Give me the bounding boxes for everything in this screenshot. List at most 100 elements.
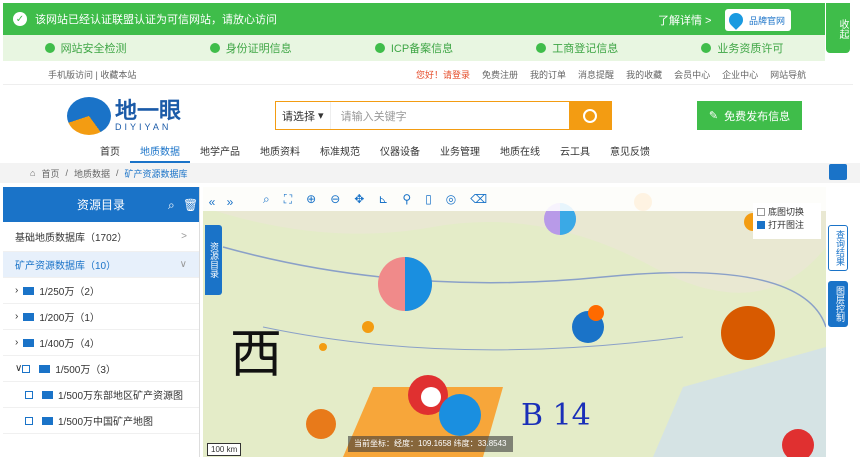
site-nav-link[interactable]: 网站导航 xyxy=(770,68,806,81)
resource-sidebar: 资源目录 ⌕ 🗑 基础地质数据库（1702） > 矿产资源数据库（10） ∨ › 1/… xyxy=(3,187,200,457)
nav-standards[interactable]: 标准规范 xyxy=(310,143,370,163)
nav-business[interactable]: 业务管理 xyxy=(430,143,490,163)
bookmark-icon[interactable]: ▯ xyxy=(425,192,432,206)
folder-icon xyxy=(39,364,51,373)
basemap-toggle[interactable]: 底图切换 xyxy=(757,205,817,218)
crumb-current: 矿产资源数据库 xyxy=(124,168,188,179)
search-category-select[interactable]: 请选择 ▾ xyxy=(276,102,331,129)
map-view[interactable]: 西 B 14 ⌕ ⛶ ⊕ ⊖ ✥ ⊾ ⚲ ▯ ◎ ⌫ xyxy=(203,187,826,457)
site-logo[interactable]: 地一眼 DIYIYAN xyxy=(67,97,181,135)
map-canvas: 西 B 14 xyxy=(203,193,826,457)
trust-text: 该网站已经认证联盟认证为可信网站，请放心访问 xyxy=(35,14,277,26)
nav-feedback[interactable]: 意见反馈 xyxy=(600,143,660,163)
checkbox[interactable] xyxy=(25,390,33,399)
right-panel-tabs: 查询结果 图层控制 xyxy=(828,225,848,337)
tree-leaf[interactable]: 1/500万东部地区矿产资源图 xyxy=(3,382,199,408)
enterprise-center-link[interactable]: 企业中心 xyxy=(722,68,758,81)
tree-leaf[interactable]: 1/500万中国矿产地图 xyxy=(3,408,199,434)
search-icon xyxy=(583,108,597,123)
top-utility-bar: 手机版访问 | 收藏本站 您好！请登录 免费注册 我的订单 消息提醒 我的收藏 … xyxy=(3,61,853,85)
main-nav: 首页 地质数据 地学产品 地质资料 标准规范 仪器设备 业务管理 地质在线 云工… xyxy=(90,143,660,163)
nav-geo-data[interactable]: 地质数据 xyxy=(130,143,190,163)
checkbox[interactable] xyxy=(25,416,33,425)
checkbox[interactable] xyxy=(757,208,765,216)
expand-right-icon[interactable]: » xyxy=(227,195,234,215)
register-link[interactable]: 免费注册 xyxy=(482,68,518,81)
search-box: 请选择 ▾ 请输入关键字 xyxy=(275,101,612,130)
file-icon xyxy=(42,390,53,399)
fullscreen-icon[interactable]: ⛶ xyxy=(284,192,292,207)
messages-link[interactable]: 消息提醒 xyxy=(578,68,614,81)
zoom-in-icon[interactable]: ⊕ xyxy=(306,192,316,206)
share-icon[interactable] xyxy=(829,164,847,180)
edit-icon: ✎ xyxy=(708,110,719,122)
logo-icon xyxy=(67,97,111,135)
check-icon xyxy=(701,43,712,53)
eraser-icon[interactable]: ⌫ xyxy=(470,192,487,206)
query-results-tab[interactable]: 查询结果 xyxy=(828,225,848,271)
checkbox[interactable] xyxy=(22,364,31,373)
search-button[interactable] xyxy=(569,102,611,129)
legend-toggle[interactable]: 打开图注 xyxy=(757,218,817,231)
pin-icon[interactable]: ⚲ xyxy=(402,192,411,206)
check-item: 业务资质许可 xyxy=(701,40,783,56)
orders-link[interactable]: 我的订单 xyxy=(530,68,566,81)
favorites-link[interactable]: 我的收藏 xyxy=(626,68,662,81)
tree-item-selected[interactable]: 矿产资源数据库（10） ∨ xyxy=(3,252,199,278)
nav-instruments[interactable]: 仪器设备 xyxy=(370,143,430,163)
breadcrumb: ⌂ 首页 / 地质数据 / 矿产资源数据库 xyxy=(0,163,860,183)
map-toolbar: ⌕ ⛶ ⊕ ⊖ ✥ ⊾ ⚲ ▯ ◎ ⌫ xyxy=(203,187,826,211)
resource-dir-tab[interactable]: 资源目录 xyxy=(205,225,222,295)
folder-icon xyxy=(23,286,35,295)
tree-item[interactable]: › 1/200万（1） xyxy=(3,304,199,330)
logo-name: 地一眼 xyxy=(115,98,182,123)
post-info-button[interactable]: ✎ 免费发布信息 xyxy=(697,101,802,130)
tree-item[interactable]: › 1/250万（2） xyxy=(3,278,199,304)
badge-label: 品牌官网 xyxy=(749,15,786,26)
search-input[interactable]: 请输入关键字 xyxy=(331,108,569,124)
verification-bar: 网站安全检测 身份证明信息 ICP备案信息 工商登记信息 业务资质许可 xyxy=(3,35,825,61)
checkbox-checked[interactable] xyxy=(757,221,765,229)
nav-online[interactable]: 地质在线 xyxy=(490,143,550,163)
trust-more-link[interactable]: 了解详情 > xyxy=(658,12,711,28)
coordinate-readout: 当前坐标：经度：109.1658 纬度：33.8543 xyxy=(348,436,513,452)
drop-icon xyxy=(726,10,746,30)
nav-products[interactable]: 地学产品 xyxy=(190,143,250,163)
tree-item[interactable]: › 1/400万（4） xyxy=(3,330,199,356)
measure-icon[interactable]: ⊾ xyxy=(378,192,388,206)
check-item: 工商登记信息 xyxy=(536,40,618,56)
login-link[interactable]: 您好！请登录 xyxy=(416,68,470,81)
home-icon: ⌂ xyxy=(30,168,36,178)
check-item: 身份证明信息 xyxy=(209,40,292,56)
check-icon xyxy=(536,43,547,53)
trust-banner: ✓ 该网站已经认证联盟认证为可信网站，请放心访问 了解详情 > 品牌官网 xyxy=(3,3,825,35)
trash-icon[interactable]: 🗑 xyxy=(183,198,198,212)
zoom-out-icon[interactable]: ⊖ xyxy=(330,192,340,206)
map-label-grid: B 14 xyxy=(521,398,591,433)
sidebar-title: 资源目录 xyxy=(76,198,125,212)
brand-badge[interactable]: 品牌官网 xyxy=(725,9,791,31)
nav-materials[interactable]: 地质资料 xyxy=(250,143,310,163)
check-item: ICP备案信息 xyxy=(374,40,453,56)
collapse-left-icon[interactable]: « xyxy=(209,195,216,215)
tree-item[interactable]: ∨ 1/500万（3） xyxy=(3,356,199,382)
collapse-banner-button[interactable]: 收起 xyxy=(826,3,850,53)
search-icon[interactable]: ⌕ xyxy=(168,198,180,212)
crumb-geo-data[interactable]: 地质数据 xyxy=(74,167,110,180)
locate-icon[interactable]: ◎ xyxy=(446,192,456,206)
tree-item[interactable]: 基础地质数据库（1702） > xyxy=(3,222,199,252)
nav-home[interactable]: 首页 xyxy=(90,143,130,163)
mobile-link[interactable]: 手机版访问 | 收藏本站 xyxy=(48,68,136,81)
folder-icon xyxy=(23,338,35,347)
file-icon xyxy=(42,416,53,425)
crumb-home[interactable]: 首页 xyxy=(41,167,59,180)
member-center-link[interactable]: 会员中心 xyxy=(674,68,710,81)
check-icon xyxy=(209,43,220,53)
map-options: 底图切换 打开图注 xyxy=(753,203,821,239)
search-icon[interactable]: ⌕ xyxy=(263,192,270,207)
layer-control-tab[interactable]: 图层控制 xyxy=(828,281,848,327)
nav-cloud-tools[interactable]: 云工具 xyxy=(550,143,600,163)
sidebar-header: 资源目录 ⌕ 🗑 xyxy=(3,187,199,222)
pan-icon[interactable]: ✥ xyxy=(354,192,364,206)
check-icon xyxy=(44,43,55,53)
